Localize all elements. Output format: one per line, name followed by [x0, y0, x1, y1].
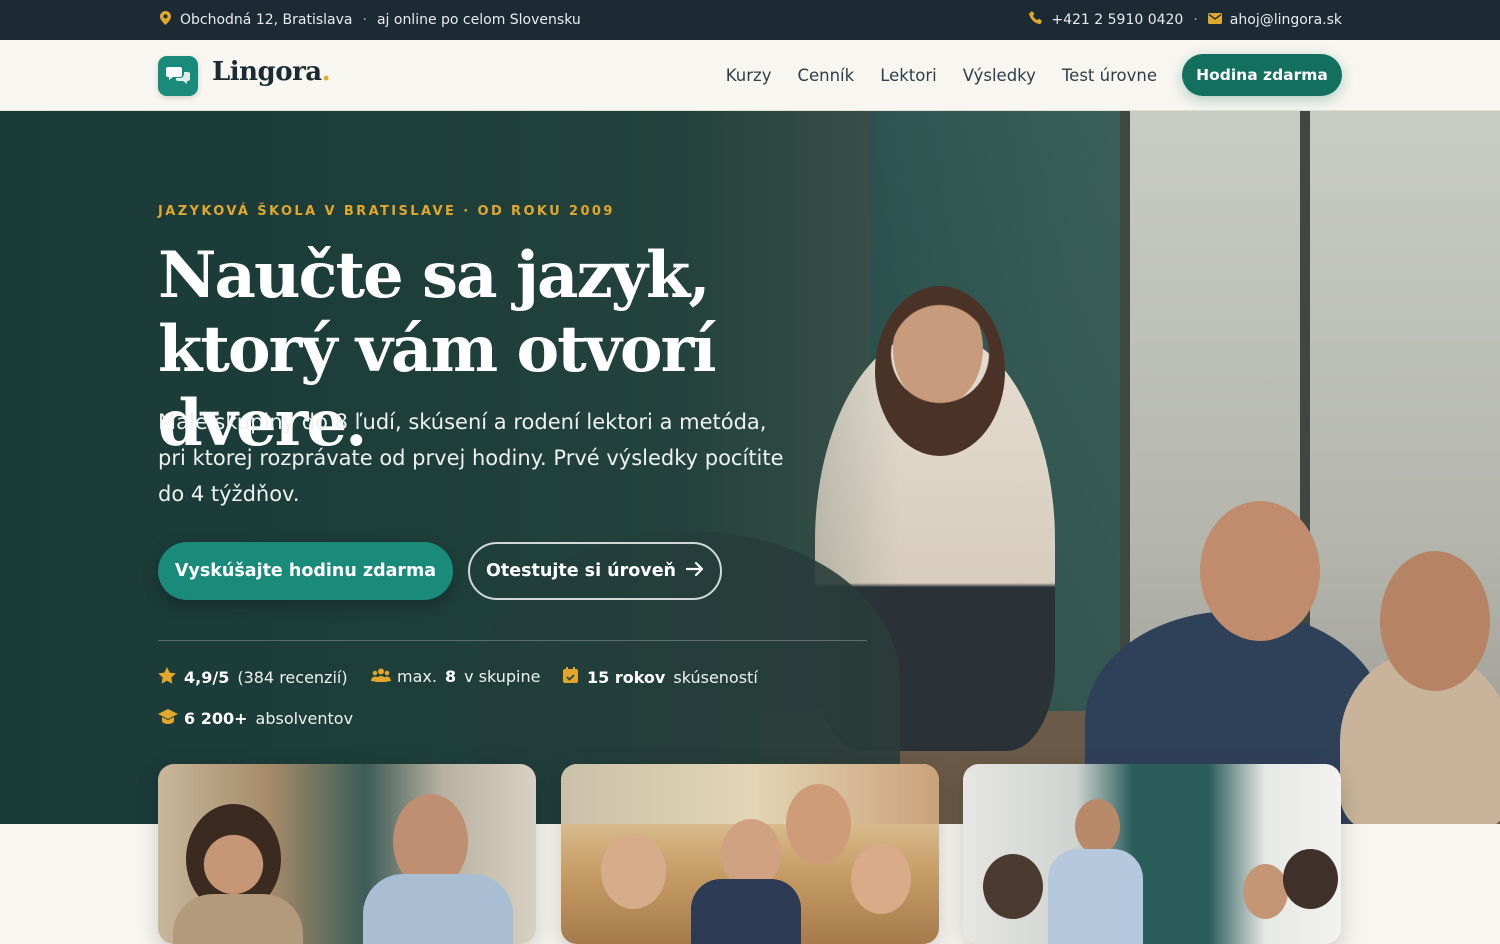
- free-lesson-button[interactable]: Vyskúšajte hodinu zdarma: [158, 542, 453, 600]
- hero-section: JAZYKOVÁ ŠKOLA V BRATISLAVE · OD ROKU 20…: [0, 111, 1500, 824]
- nav-item-cennik[interactable]: Cenník: [797, 66, 854, 85]
- level-test-button[interactable]: Otestujte si úroveň: [468, 542, 722, 600]
- free-lesson-nav-button[interactable]: Hodina zdarma: [1182, 54, 1342, 96]
- stat-years: 15 rokov skúseností: [561, 667, 758, 687]
- course-card-business[interactable]: [963, 764, 1341, 944]
- hero-divider: [158, 640, 867, 641]
- phone-link[interactable]: +421 2 5910 0420: [1051, 12, 1183, 28]
- rating-value: 4,9/5: [184, 668, 230, 687]
- years-suffix: skúseností: [673, 667, 758, 687]
- star-icon: [158, 667, 176, 688]
- course-card-kids[interactable]: [561, 764, 939, 944]
- logo-dot: .: [321, 57, 331, 87]
- phone-icon: [1029, 11, 1043, 29]
- chat-bubbles-icon[interactable]: [158, 56, 198, 96]
- stat-group-size: max. 8 v skupine: [371, 667, 540, 686]
- group-prefix: max.: [397, 667, 437, 686]
- users-icon: [371, 668, 391, 686]
- logo-text: Lingora: [212, 57, 322, 87]
- group-suffix: v skupine: [464, 667, 541, 686]
- stat-rating: 4,9/5 (384 recenzií): [158, 667, 348, 688]
- separator: ·: [1193, 12, 1198, 28]
- arrow-right-icon: [685, 561, 704, 581]
- nav-item-test-urovne[interactable]: Test úrovne: [1062, 66, 1157, 85]
- nav-menu: Kurzy Cenník Lektori Výsledky Test úrovn…: [726, 40, 1157, 111]
- years-value: 15 rokov: [587, 667, 666, 687]
- envelope-icon: [1207, 12, 1222, 28]
- address-text: Obchodná 12, Bratislava: [180, 12, 353, 28]
- nav-item-kurzy[interactable]: Kurzy: [726, 66, 772, 85]
- map-pin-icon: [158, 11, 172, 29]
- hero-title-line-1: Naučte sa jazyk,: [158, 238, 711, 313]
- rating-reviews: (384 recenzií): [237, 668, 348, 687]
- topbar-right: +421 2 5910 0420 · ahoj@lingora.sk: [1029, 0, 1342, 40]
- nav-item-vysledky[interactable]: Výsledky: [963, 66, 1036, 85]
- stat-graduates: 6 200+ absolventov: [158, 709, 353, 728]
- hero-lead: Malé skupiny do 8 ľudí, skúsení a rodení…: [158, 410, 784, 506]
- logo-wordmark[interactable]: Lingora.: [212, 57, 331, 87]
- course-card-adults[interactable]: [158, 764, 536, 944]
- email-link[interactable]: ahoj@lingora.sk: [1230, 12, 1342, 28]
- online-text: aj online po celom Slovensku: [376, 12, 581, 28]
- graduation-cap-icon: [158, 709, 178, 728]
- calendar-icon: [561, 667, 579, 687]
- graduates-suffix: absolventov: [255, 709, 354, 728]
- hero-eyebrow: JAZYKOVÁ ŠKOLA V BRATISLAVE · OD ROKU 20…: [158, 204, 615, 219]
- main-navigation: Lingora. Kurzy Cenník Lektori Výsledky T…: [0, 40, 1500, 111]
- group-value: 8: [444, 667, 457, 686]
- separator: ·: [362, 12, 367, 28]
- topbar-left: Obchodná 12, Bratislava · aj online po c…: [158, 0, 581, 40]
- nav-item-lektori[interactable]: Lektori: [880, 66, 937, 85]
- graduates-value: 6 200+: [184, 709, 248, 728]
- level-test-label: Otestujte si úroveň: [485, 561, 677, 581]
- top-info-bar: Obchodná 12, Bratislava · aj online po c…: [0, 0, 1500, 40]
